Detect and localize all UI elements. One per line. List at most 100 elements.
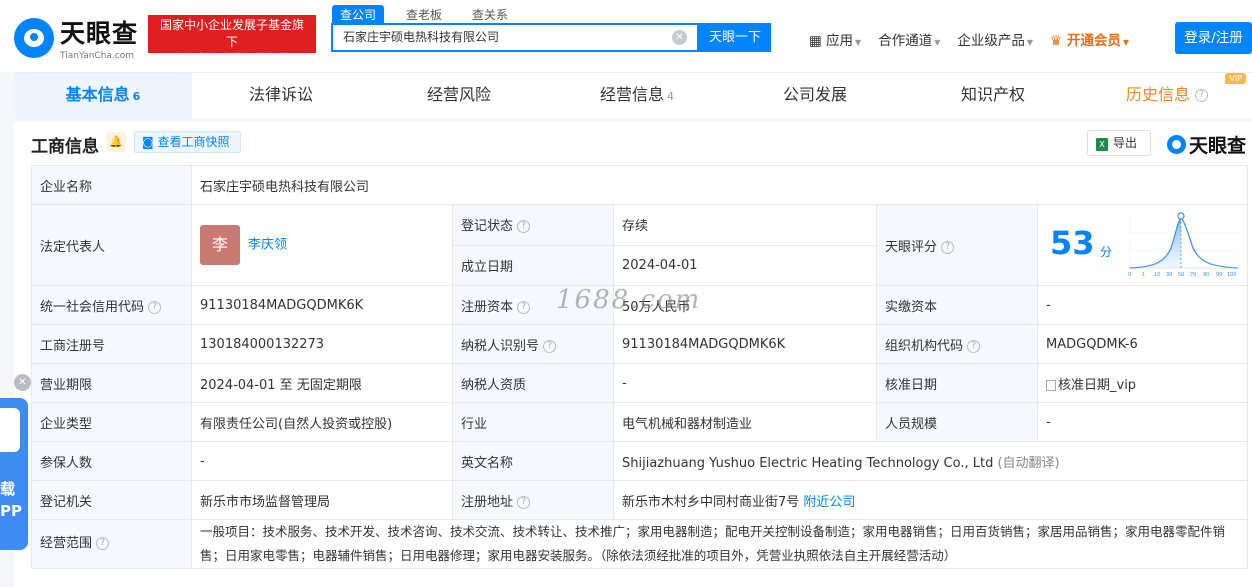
nav-enterprise[interactable]: 企业级产品 ▼ bbox=[957, 29, 1033, 49]
table-row: 参保人数 - 英文名称 Shijiazhuang Yushuo Electric… bbox=[31, 441, 1248, 481]
nav-membership[interactable]: ♛ 开通会员 ▼ bbox=[1050, 29, 1129, 49]
axis-tick: 10 bbox=[1154, 272, 1160, 278]
cell-label: 企业类型 bbox=[31, 402, 192, 442]
english-name-cell: Shijiazhuang Yushuo Electric Heating Tec… bbox=[613, 441, 1248, 481]
chevron-down-icon: ▼ bbox=[1122, 38, 1129, 47]
cell-label: 核准日期 bbox=[876, 363, 1038, 403]
credit-code: 91130184MADGQDMK6K bbox=[191, 285, 453, 325]
info-table: 企业名称 石家庄宇硕电热科技有限公司 法定代表人 李李庆领 登记状态 ? 存续 … bbox=[31, 165, 1248, 569]
help-icon: ? bbox=[517, 220, 531, 234]
axis-tick: 90 bbox=[1203, 272, 1209, 278]
snapshot-button[interactable]: ◙ 查看工商快照 bbox=[134, 131, 241, 153]
nav-apps[interactable]: ▦ 应用 ▼ bbox=[809, 29, 861, 49]
cell-label: 参保人数 bbox=[31, 441, 192, 481]
found-date: 2024-04-01 bbox=[613, 244, 877, 286]
address-cell: 新乐市木村乡中同村商业街7号 附近公司 bbox=[613, 480, 1248, 520]
cell-label: 天眼评分 ? bbox=[876, 204, 1038, 286]
eye-logo-icon bbox=[14, 17, 54, 58]
chevron-down-icon: ▼ bbox=[1026, 38, 1034, 47]
excel-icon: X bbox=[1096, 138, 1108, 151]
search-button[interactable]: 天眼一下 bbox=[699, 23, 771, 52]
logo-domain: TianYanCha.com bbox=[60, 51, 135, 61]
axis-tick: 30 bbox=[1166, 272, 1172, 278]
cell-label: 实缴资本 bbox=[876, 285, 1038, 325]
help-icon: ? bbox=[1195, 89, 1209, 102]
axis-tick: 50 bbox=[1178, 272, 1184, 278]
legal-rep-link[interactable]: 李庆领 bbox=[248, 238, 287, 253]
logo[interactable]: 天眼查 TianYanCha.com bbox=[14, 14, 138, 61]
close-icon[interactable]: ✕ bbox=[14, 374, 31, 391]
staff-size: - bbox=[1037, 402, 1248, 442]
tab-business[interactable]: 经营信息 4 bbox=[548, 73, 726, 119]
reg-authority: 新乐市市场监督管理局 bbox=[191, 480, 453, 520]
help-icon: ? bbox=[517, 495, 531, 509]
company-name: 石家庄宇硕电热科技有限公司 bbox=[191, 165, 1248, 205]
axis-tick: 99 bbox=[1216, 272, 1222, 278]
cell-label: 企业名称 bbox=[31, 165, 192, 205]
taxpayer-id: 91130184MADGQDMK6K bbox=[613, 324, 877, 364]
app-download-text: 载 PP bbox=[0, 480, 22, 520]
cell-label: 组织机构代码 ? bbox=[876, 324, 1038, 364]
axis-tick: 0 bbox=[1128, 272, 1131, 278]
tab-search-company[interactable]: 查公司 bbox=[332, 5, 385, 24]
cell-label: 营业期限 bbox=[31, 363, 192, 403]
nearby-companies-link[interactable]: 附近公司 bbox=[803, 495, 855, 510]
paid-capital: - bbox=[1037, 285, 1248, 325]
reg-no: 130184000132273 bbox=[191, 324, 453, 364]
tab-risk[interactable]: 经营风险 bbox=[370, 73, 548, 119]
cell-label: 成立日期 bbox=[452, 244, 614, 286]
broken-image-icon bbox=[1046, 379, 1056, 391]
clear-icon[interactable]: ✕ bbox=[672, 30, 687, 45]
table-row: 工商注册号 130184000132273 纳税人识别号 ? 91130184M… bbox=[31, 324, 1248, 364]
table-row: 企业类型 有限责任公司(自然人投资或控股) 行业 电气机械和器材制造业 人员规模… bbox=[31, 402, 1248, 442]
approve-date: 核准日期_vip bbox=[1037, 363, 1248, 403]
cell-label: 登记状态 ? bbox=[452, 204, 614, 246]
taxpayer-qual: - bbox=[613, 363, 877, 403]
app-icon bbox=[0, 408, 20, 452]
table-row: 企业名称 石家庄宇硕电热科技有限公司 bbox=[31, 165, 1248, 205]
top-nav: ▦ 应用 ▼ 合作通道 ▼ 企业级产品 ▼ ♛ 开通会员 ▼ bbox=[809, 29, 1146, 49]
nav-cooperation[interactable]: 合作通道 ▼ bbox=[878, 29, 940, 49]
company-type: 有限责任公司(自然人投资或控股) bbox=[191, 402, 453, 442]
help-icon: ? bbox=[543, 339, 557, 353]
tab-search-boss[interactable]: 查老板 bbox=[398, 5, 450, 24]
login-button[interactable]: 登录/注册 bbox=[1175, 22, 1252, 54]
search-type-tabs: 查公司 查老板 查关系 bbox=[332, 5, 530, 24]
app-download-float[interactable]: 载 PP bbox=[0, 398, 28, 550]
search-input[interactable]: 石家庄宇硕电热科技有限公司 ✕ bbox=[331, 23, 699, 52]
help-icon: ? bbox=[96, 537, 110, 550]
tab-basic-info[interactable]: 基本信息 6 bbox=[14, 73, 192, 119]
top-header: 天眼查 TianYanCha.com 国家中小企业发展子基金旗下 官方备案企业征… bbox=[0, 0, 1252, 72]
axis-tick: 70 bbox=[1190, 272, 1196, 278]
watermark-text: 1688.com bbox=[556, 285, 702, 315]
tab-history[interactable]: 历史信息 ? VIP bbox=[1082, 73, 1252, 119]
cell-label: 纳税人资质 bbox=[452, 363, 614, 403]
score-value: 53 bbox=[1050, 224, 1095, 262]
help-icon: ? bbox=[941, 240, 955, 254]
cell-label: 经营范围 ? bbox=[31, 519, 192, 569]
business-scope: 一般项目：技术服务、技术开发、技术咨询、技术交流、技术转让、技术推广；家用电器制… bbox=[191, 519, 1248, 569]
business-info-card: 工商信息 🔔 ◙ 查看工商快照 X 导出 天眼查 企业名称 石家庄宇硕电热科技有限… bbox=[14, 122, 1252, 587]
table-row: 经营范围 ? 一般项目：技术服务、技术开发、技术咨询、技术交流、技术转让、技术推… bbox=[31, 519, 1248, 569]
score-cell[interactable]: 53 分 0 1 10 30 50 70 90 99 100 bbox=[1037, 204, 1248, 286]
cell-label: 登记机关 bbox=[31, 480, 192, 520]
eye-logo-icon bbox=[1167, 135, 1186, 154]
grid-icon: ▦ bbox=[809, 33, 827, 49]
crown-icon: ♛ bbox=[1050, 33, 1067, 49]
bell-icon[interactable]: 🔔 bbox=[106, 132, 126, 152]
help-icon: ? bbox=[148, 300, 162, 314]
cell-label: 法定代表人 bbox=[31, 204, 192, 286]
tab-development[interactable]: 公司发展 bbox=[726, 73, 904, 119]
chevron-down-icon: ▼ bbox=[934, 38, 941, 47]
brand-watermark: 天眼查 bbox=[1167, 131, 1246, 158]
cell-label: 英文名称 bbox=[452, 441, 614, 481]
avatar: 李 bbox=[200, 225, 240, 265]
tab-ip[interactable]: 知识产权 bbox=[904, 73, 1082, 119]
score-unit: 分 bbox=[1100, 245, 1113, 259]
export-button[interactable]: X 导出 bbox=[1087, 130, 1151, 156]
tab-search-relation[interactable]: 查关系 bbox=[464, 5, 516, 24]
tab-lawsuits[interactable]: 法律诉讼 bbox=[192, 73, 370, 119]
auto-translate-note: (自动翻译) bbox=[997, 455, 1060, 471]
section-title: 工商信息 bbox=[31, 137, 99, 157]
cell-label: 统一社会信用代码 ? bbox=[31, 285, 192, 325]
